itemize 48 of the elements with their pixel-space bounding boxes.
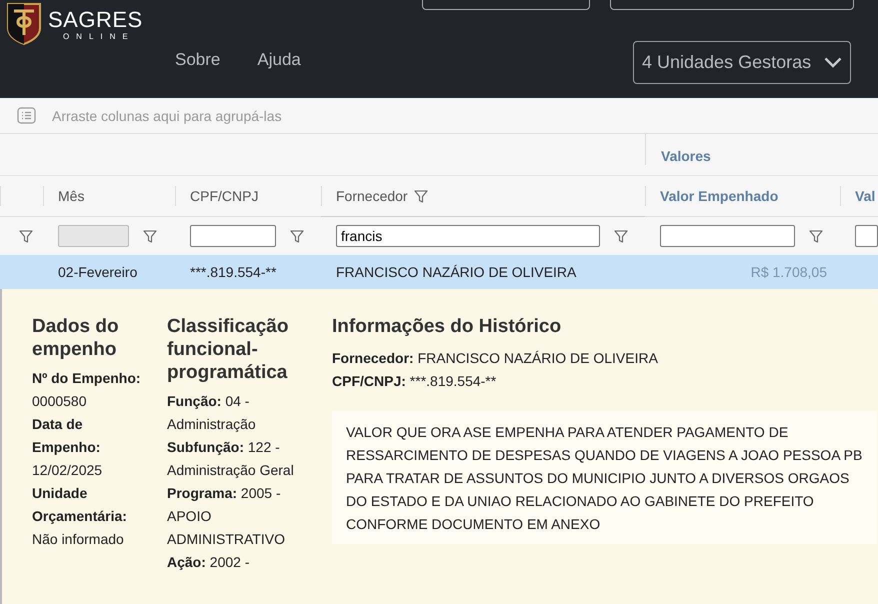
group-panel-icon: [17, 107, 36, 124]
column-header-cell[interactable]: Valor Empenhado: [645, 176, 840, 217]
nav-link[interactable]: Sobre: [175, 50, 220, 72]
detail-field: Data de Empenho: 12/02/2025: [32, 413, 150, 482]
filter-icon[interactable]: [19, 230, 33, 242]
section-title: Informações do Histórico: [332, 315, 562, 338]
filter-icon[interactable]: [809, 230, 823, 242]
table-cell-text: FRANCISCO NAZÁRIO DE OLIVEIRA: [335, 264, 578, 280]
column-label: CPF/CNPJ: [190, 188, 258, 204]
column-header-cell[interactable]: Val: [840, 176, 878, 217]
filter-icon[interactable]: [290, 230, 304, 242]
chevron-down-icon: [824, 57, 842, 68]
section-title: Classificação funcional-programática: [167, 315, 290, 384]
logo-subtitle: ONLINE: [62, 32, 135, 41]
detail-field: Ação: 2002 -: [167, 551, 315, 574]
column-band-header: Valores: [645, 134, 878, 165]
column-label: Valor Empenhado: [660, 188, 778, 204]
table-cell-text: ***.819.554-**: [189, 264, 278, 280]
filter-icon[interactable]: [143, 230, 157, 242]
filter-field[interactable]: francis: [336, 225, 600, 247]
shield-logo-icon: [6, 2, 42, 46]
detail-field: Unidade Orçamentária: Não informado: [32, 482, 150, 551]
unit-selector[interactable]: 4 Unidades Gestoras: [633, 41, 851, 84]
column-label: Mês: [58, 188, 84, 204]
detail-field: Função: 04 - Administração: [167, 390, 315, 436]
header-filter-icon[interactable]: [414, 190, 428, 202]
detail-field: Subfunção: 122 - Administração Geral: [167, 436, 315, 482]
table-row[interactable]: 02-Fevereiro ***.819.554-** FRANCISCO NAZÁRIO DE OLIVEIRA R$ 1.708,05: [0, 255, 878, 289]
column-header-cell[interactable]: CPF/CNPJ: [175, 176, 321, 217]
column-label: Val: [855, 188, 876, 204]
detail-field: Programa: 2005 - APOIO ADMINISTRATIVO: [167, 482, 315, 551]
group-panel-hint: Arraste colunas aqui para agrupá-las: [52, 108, 282, 124]
filter-field[interactable]: [855, 225, 878, 247]
filter-field[interactable]: [660, 225, 795, 247]
logo-name: SAGRES: [48, 8, 143, 32]
detail-field: Nº do Empenho: 0000580: [32, 367, 150, 413]
detail-field: CPF/CNPJ: ***.819.554-**: [332, 370, 877, 393]
filter-icon[interactable]: [614, 230, 628, 242]
detail-field: Fornecedor: FRANCISCO NAZÁRIO DE OLIVEIRA: [332, 347, 877, 370]
table-cell-text: R$ 1.708,05: [750, 264, 828, 280]
column-header-cell[interactable]: Mês: [43, 176, 175, 217]
column-label: Fornecedor: [336, 188, 408, 204]
table-cell-text: 02-Fevereiro: [57, 264, 138, 280]
section-title: Dados do empenho: [32, 315, 120, 361]
column-header-cell[interactable]: Fornecedor: [321, 176, 645, 217]
filter-field[interactable]: [190, 225, 276, 247]
nav-link[interactable]: Ajuda: [257, 50, 301, 72]
history-note: VALOR QUE ORA ASE EMPENHA PARA ATENDER PAGAMENTO DE RESSARCIMENTO DE DESPESAS QUANDO DE VIAGENS A JOAO PESSOA PB PARA TRATAR DE ASSUNTOS DO MUNICIPIO JUNTO A DIVERSOS ORGAOS DO ESTADO E DA UNIAO RELACIONADO AO GABINETE DO PREFEITO CONFORME DOCUMENTO EM ANEXO: [332, 411, 877, 544]
